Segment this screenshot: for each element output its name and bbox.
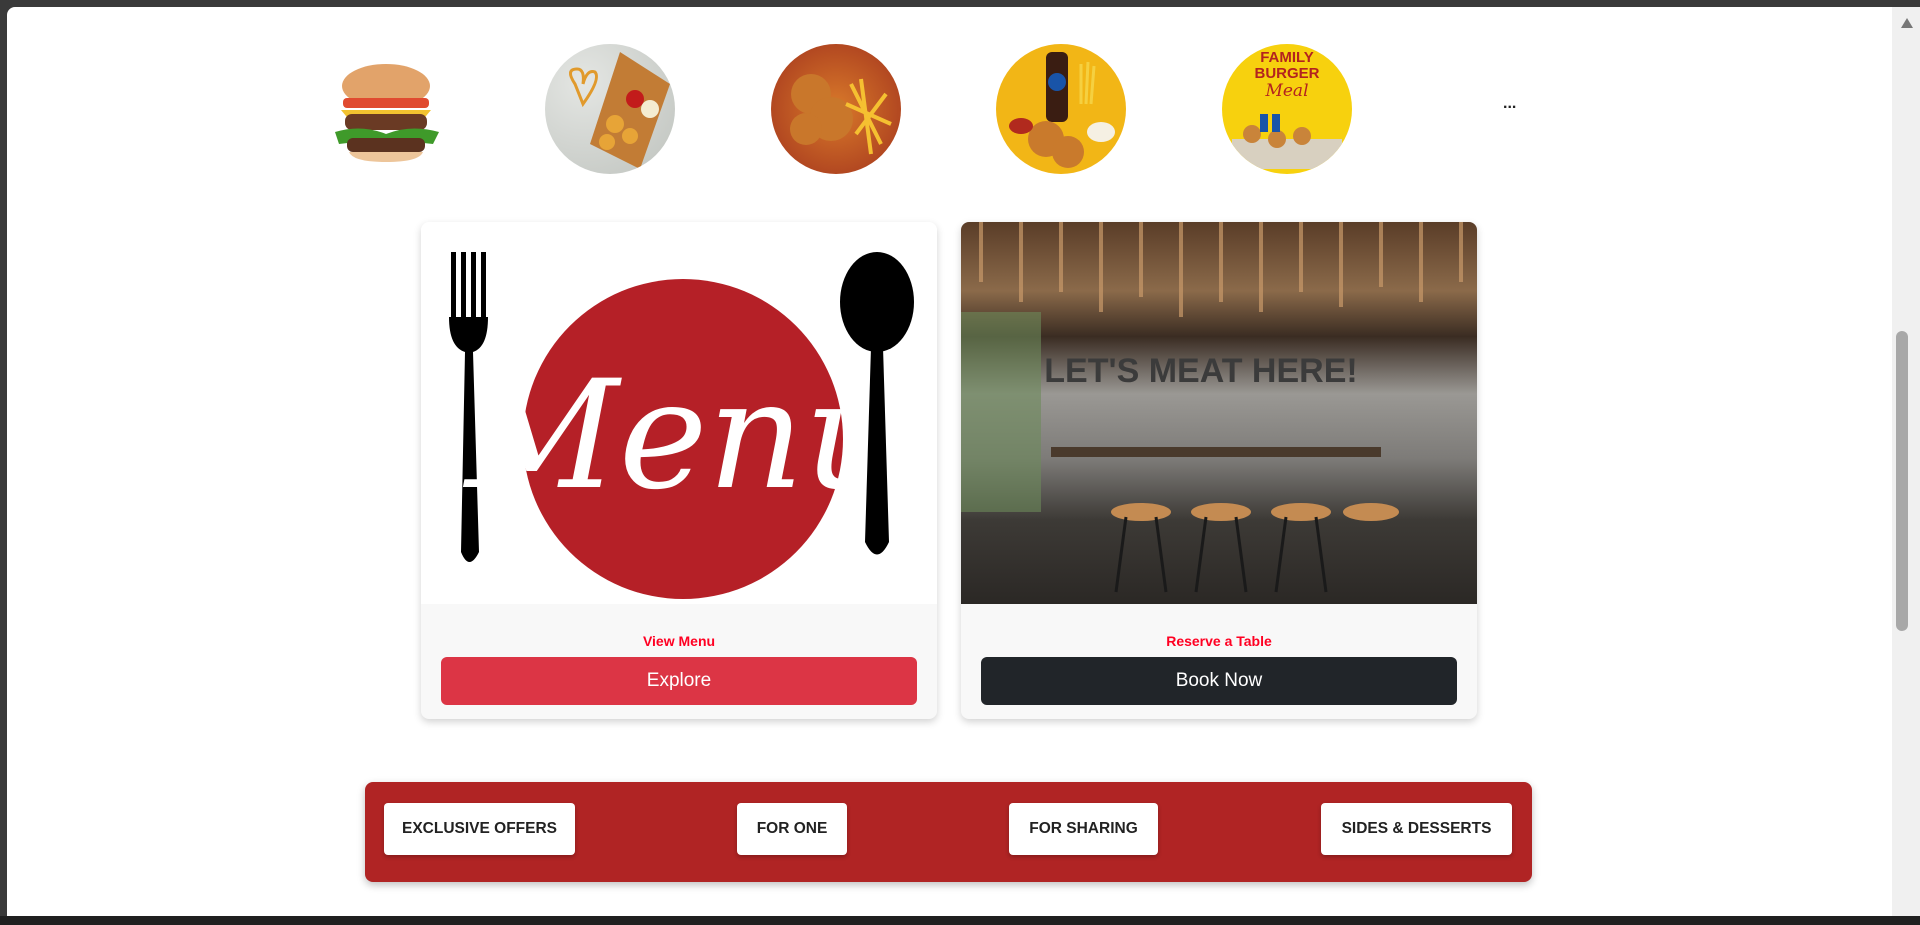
category-thumb-burger[interactable] (321, 44, 451, 174)
menu-image: Menu (421, 222, 937, 604)
more-categories-button[interactable]: ... (1503, 95, 1516, 113)
category-thumb-family-meal[interactable]: FAMILY BURGER Meal (1222, 44, 1352, 174)
taskbar-strip (0, 916, 1920, 925)
page: FAMILY BURGER Meal ... Menu View Menu Ex… (7, 7, 1892, 916)
reserve-table-label: Reserve a Table (1166, 633, 1272, 649)
restaurant-sign-text: LET'S MEAT HERE! (1044, 352, 1357, 390)
category-thumb-chicken-fries[interactable] (545, 44, 675, 174)
menu-card: Menu View Menu Explore (421, 222, 937, 719)
view-menu-label: View Menu (642, 633, 716, 649)
burger-image (335, 64, 439, 162)
chicken-combo-image (1009, 52, 1115, 168)
for-sharing-button[interactable]: FOR SHARING (1009, 803, 1158, 855)
fried-chicken-image (790, 74, 892, 155)
svg-text:FAMILY: FAMILY (1260, 49, 1314, 66)
category-thumb-chicken-combo[interactable] (996, 44, 1126, 174)
chicken-fries-image (569, 52, 670, 169)
exclusive-offers-button[interactable]: EXCLUSIVE OFFERS (384, 803, 575, 855)
scroll-thumb[interactable] (1896, 331, 1908, 631)
for-one-button[interactable]: FOR ONE (737, 803, 847, 855)
sides-desserts-button[interactable]: SIDES & DESSERTS (1321, 803, 1512, 855)
menu-logo-text: Menu (462, 349, 901, 523)
svg-text:Meal: Meal (1264, 81, 1308, 101)
category-thumb-fried-chicken[interactable] (771, 44, 901, 174)
scroll-up-arrow-icon[interactable] (1901, 18, 1913, 28)
reserve-card: LET'S MEAT HERE! Reserve a Table Book No… (961, 222, 1477, 719)
svg-text:BURGER: BURGER (1254, 65, 1319, 82)
book-now-button[interactable]: Book Now (981, 657, 1457, 705)
vertical-scrollbar[interactable] (1892, 7, 1920, 916)
category-bar: EXCLUSIVE OFFERS FOR ONE FOR SHARING SID… (365, 782, 1532, 882)
family-meal-image: FAMILY BURGER Meal (1232, 49, 1342, 169)
explore-button[interactable]: Explore (441, 657, 917, 705)
restaurant-image: LET'S MEAT HERE! (961, 222, 1477, 604)
